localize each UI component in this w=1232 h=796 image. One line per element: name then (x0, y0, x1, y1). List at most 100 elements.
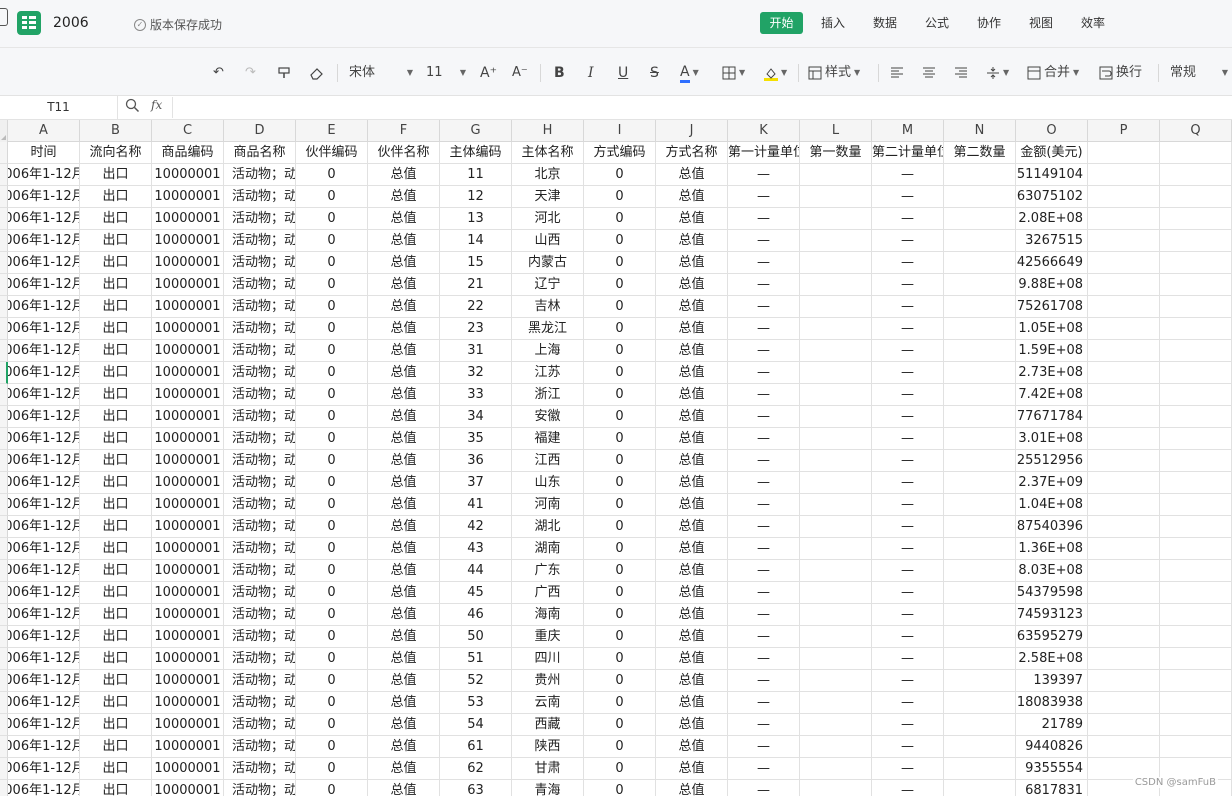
cell[interactable] (800, 692, 872, 714)
cell[interactable]: 总值 (368, 472, 440, 494)
cell[interactable]: 活动物；动物产品 (224, 186, 296, 208)
cell[interactable]: 0 (296, 296, 368, 318)
cell[interactable]: 山西 (512, 230, 584, 252)
cell[interactable]: 活动物；动物产品 (224, 604, 296, 626)
cell[interactable]: 总值 (656, 384, 728, 406)
row-header[interactable] (0, 472, 8, 494)
cell[interactable]: 活动物；动物产品 (224, 274, 296, 296)
cell[interactable]: — (728, 560, 800, 582)
cell[interactable]: 42 (440, 516, 512, 538)
header-cell[interactable]: 第一数量 (800, 142, 872, 164)
cell[interactable]: — (872, 428, 944, 450)
cell[interactable]: 2006年1-12月 (8, 208, 80, 230)
cell[interactable]: — (872, 450, 944, 472)
vertical-align-button[interactable]: ▼ (986, 62, 1009, 84)
cell[interactable]: 总值 (656, 340, 728, 362)
font-size-select[interactable]: 11 ▼ (426, 62, 466, 84)
row-header[interactable] (0, 604, 8, 626)
cell[interactable]: 10000001 (152, 626, 224, 648)
cell[interactable]: 2006年1-12月 (8, 648, 80, 670)
cell[interactable]: 0 (296, 230, 368, 252)
menu-view[interactable]: 视图 (1022, 12, 1060, 34)
header-cell[interactable]: 伙伴名称 (368, 142, 440, 164)
cell[interactable] (800, 516, 872, 538)
menu-data[interactable]: 数据 (866, 12, 904, 34)
cell[interactable]: 贵州 (512, 670, 584, 692)
cell[interactable]: 10000001 (152, 252, 224, 274)
cell[interactable]: 重庆 (512, 626, 584, 648)
cell[interactable]: 0 (296, 538, 368, 560)
cell[interactable]: 77671784 (1016, 406, 1088, 428)
cell[interactable]: 出口 (80, 494, 152, 516)
wrap-text-button[interactable]: 换行 (1099, 62, 1142, 84)
cell[interactable]: 0 (584, 472, 656, 494)
cell[interactable]: 10000001 (152, 758, 224, 780)
cell[interactable] (800, 758, 872, 780)
cell[interactable]: 0 (296, 384, 368, 406)
cell[interactable]: 61 (440, 736, 512, 758)
cell[interactable] (1160, 692, 1232, 714)
cell[interactable]: 活动物；动物产品 (224, 318, 296, 340)
cell[interactable]: 10000001 (152, 692, 224, 714)
align-right-icon[interactable] (954, 62, 968, 84)
cell[interactable]: 黑龙江 (512, 318, 584, 340)
cell[interactable] (1160, 340, 1232, 362)
cell[interactable]: 0 (296, 450, 368, 472)
eraser-icon[interactable] (309, 62, 324, 84)
cell[interactable]: 总值 (656, 604, 728, 626)
cell[interactable]: 2.37E+09 (1016, 472, 1088, 494)
cell[interactable]: 出口 (80, 582, 152, 604)
cell[interactable]: 总值 (656, 450, 728, 472)
row-header[interactable] (0, 626, 8, 648)
cell[interactable]: 活动物；动物产品 (224, 472, 296, 494)
cell[interactable]: 出口 (80, 230, 152, 252)
column-header-e[interactable]: E (296, 120, 368, 142)
column-header-p[interactable]: P (1088, 120, 1160, 142)
cell[interactable]: 活动物；动物产品 (224, 780, 296, 796)
cell[interactable] (1160, 186, 1232, 208)
cell[interactable]: 湖北 (512, 516, 584, 538)
row-header[interactable] (0, 714, 8, 736)
cell[interactable]: 2006年1-12月 (8, 692, 80, 714)
cell[interactable] (944, 516, 1016, 538)
cell[interactable]: 0 (296, 604, 368, 626)
cell[interactable] (800, 208, 872, 230)
cell[interactable]: — (872, 164, 944, 186)
cell[interactable]: — (872, 604, 944, 626)
cell[interactable]: 2006年1-12月 (8, 296, 80, 318)
cell[interactable]: 总值 (368, 692, 440, 714)
cell[interactable] (1088, 296, 1160, 318)
cell[interactable] (1088, 230, 1160, 252)
header-cell[interactable] (1160, 142, 1232, 164)
cell[interactable]: — (728, 164, 800, 186)
cell[interactable] (800, 736, 872, 758)
cell[interactable]: 总值 (656, 714, 728, 736)
row-header[interactable] (0, 186, 8, 208)
cell[interactable]: 0 (296, 428, 368, 450)
cell[interactable]: 出口 (80, 648, 152, 670)
cell[interactable]: — (728, 274, 800, 296)
cell[interactable]: 总值 (656, 494, 728, 516)
cell[interactable]: 44 (440, 560, 512, 582)
cell[interactable]: 32 (440, 362, 512, 384)
cell[interactable]: 甘肃 (512, 758, 584, 780)
cell[interactable]: 总值 (368, 538, 440, 560)
cell[interactable] (944, 692, 1016, 714)
cell[interactable]: 0 (296, 670, 368, 692)
cell[interactable]: 活动物；动物产品 (224, 758, 296, 780)
cell[interactable]: 辽宁 (512, 274, 584, 296)
row-header[interactable] (0, 384, 8, 406)
cell[interactable]: 2006年1-12月 (8, 736, 80, 758)
cell[interactable] (1088, 164, 1160, 186)
cell[interactable] (944, 318, 1016, 340)
cell[interactable]: 2.58E+08 (1016, 648, 1088, 670)
cell[interactable]: — (872, 538, 944, 560)
cell[interactable]: 75261708 (1016, 296, 1088, 318)
row-header[interactable] (0, 208, 8, 230)
cell[interactable] (800, 626, 872, 648)
header-cell[interactable]: 商品编码 (152, 142, 224, 164)
cell[interactable] (1160, 428, 1232, 450)
cell[interactable]: 2006年1-12月 (8, 714, 80, 736)
cell[interactable] (1088, 428, 1160, 450)
cell[interactable]: 0 (584, 186, 656, 208)
